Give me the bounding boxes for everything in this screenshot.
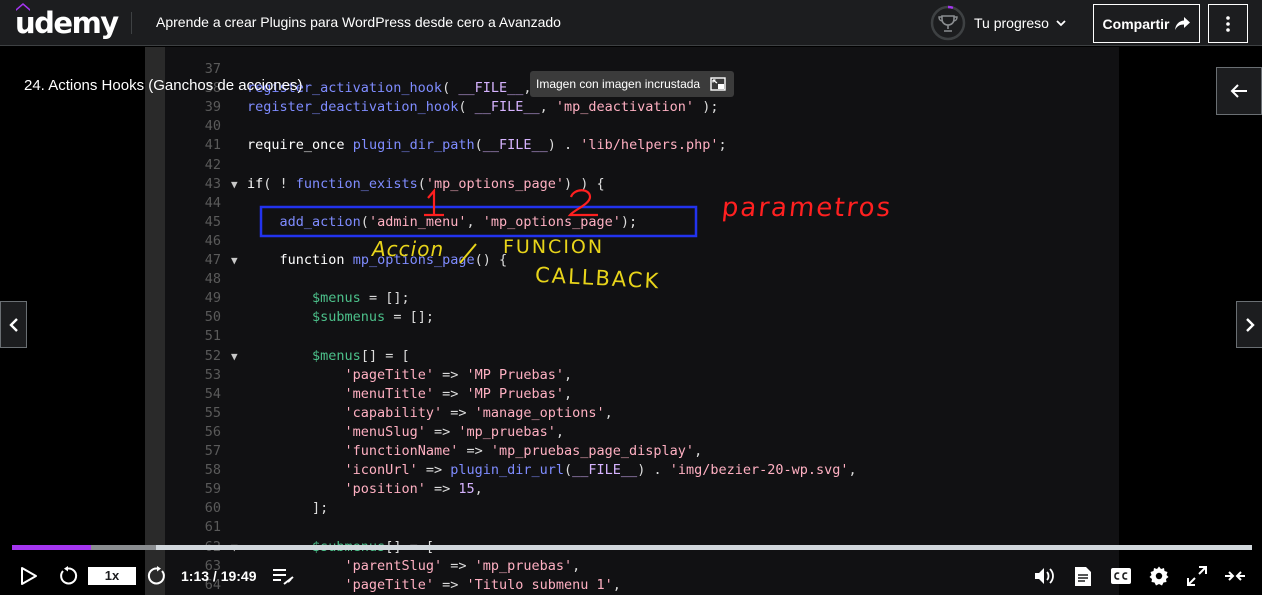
seek-played [12,545,92,550]
captions-button[interactable] [1108,562,1134,590]
code-text: $menus[] = [ [312,347,410,364]
line-number: 42 [204,156,221,173]
line-number: 59 [204,481,221,498]
line-number: 51 [204,328,221,345]
line-number: 44 [204,194,221,211]
transcript-button[interactable] [1070,562,1096,590]
previous-lesson-button[interactable] [0,301,27,348]
next-lesson-button[interactable] [1236,301,1262,348]
trophy-icon [930,5,966,41]
line-number: 54 [204,385,221,402]
time-display: 1:13 / 19:49 [181,568,257,584]
line-number: 50 [204,309,221,326]
code-text: function mp_options_page() { [279,252,508,268]
code-text: 'parentSlug' => 'mp_pruebas', [344,557,581,574]
playlist-icon [273,569,294,585]
header-divider [131,12,132,34]
code-text: 'menuSlug' => 'mp_pruebas', [344,423,565,440]
share-button[interactable]: Compartir [1093,4,1200,43]
line-number: 53 [204,366,221,383]
code-text: add_action('admin_menu', 'mp_options_pag… [279,213,638,230]
line-number: 52 [204,347,221,364]
share-arrow-icon [1175,17,1191,30]
captions-icon [1111,568,1131,584]
udemy-logo[interactable]: udemy [15,3,119,42]
line-number: 57 [204,443,221,459]
vertical-ellipsis-icon [1226,15,1230,32]
pip-tooltip-label: Imagen con imagen incrustada [536,77,701,91]
line-number: 43 [204,175,221,192]
code-text: 'pageTitle' => 'MP Pruebas', [344,366,573,383]
code-text: 'functionName' => 'mp_pruebas_page_displ… [344,443,703,459]
volume-icon [1035,568,1054,584]
logo-text: udemy [15,6,119,40]
volume-button[interactable] [1032,562,1058,590]
code-text: 'iconUrl' => plugin_dir_url(__FILE__) . … [344,462,857,479]
transcript-icon [1075,566,1091,586]
forward-icon [147,566,165,585]
code-text: if( ! function_exists('mp_options_page')… [247,175,605,192]
code-text: require_once plugin_dir_path(__FILE__) .… [247,137,727,154]
line-number: 49 [204,290,221,307]
code-text: $submenus = []; [312,309,434,326]
lesson-title: 24. Actions Hooks (Ganchos de acciones) [24,77,303,94]
rewind-button[interactable] [55,562,81,590]
rewind-icon [60,566,78,585]
line-number: 39 [204,99,221,116]
collapse-view-button[interactable] [1222,562,1248,590]
chevron-left-icon [8,317,18,332]
code-text: register_deactivation_hook( __FILE__, 'm… [247,99,719,116]
forward-button[interactable] [144,562,170,590]
line-number: 46 [204,232,221,249]
progress-label: Tu progreso [974,15,1049,31]
play-icon [21,567,37,585]
video-player[interactable]: 37 38 register_activation_hook( __FILE__, … [0,47,1262,595]
code-text: $menus = []; [312,290,410,307]
gear-icon [1149,566,1169,586]
code-text: 'pageTitle' => 'Titulo submenu 1', [344,576,621,593]
fold-icon: ▼ [231,254,238,267]
line-number: 60 [204,500,221,517]
expand-sidebar-button[interactable] [1216,67,1262,115]
playlist-button[interactable] [270,562,296,590]
play-button[interactable] [16,562,42,590]
pip-tooltip[interactable]: Imagen con imagen incrustada [530,71,735,97]
fold-icon: ▼ [231,177,238,191]
line-number: 55 [204,404,221,421]
picture-in-picture-icon [710,77,726,91]
code-text: 'menuTitle' => 'MP Pruebas', [344,385,573,402]
chevron-right-icon [1245,317,1255,332]
line-number: 41 [204,137,221,154]
arrow-left-icon [1230,84,1247,98]
seek-buffered [156,545,1252,550]
top-header: udemy Aprende a crear Plugins para WordP… [0,0,1262,46]
share-label: Compartir [1102,15,1170,32]
line-number: 58 [204,462,221,479]
fullscreen-button[interactable] [1184,562,1210,590]
playback-rate-button[interactable]: 1x [88,567,136,585]
code-text: 'position' => 15, [344,481,483,498]
course-title[interactable]: Aprende a crear Plugins para WordPress d… [156,14,561,30]
code-text: 'capability' => 'manage_options', [344,404,613,421]
collapse-icon [1225,571,1245,581]
line-number: 56 [204,423,221,440]
line-number: 47 [204,252,221,268]
code-text: ]; [247,500,329,517]
line-number: 40 [204,118,221,135]
fold-icon: ▼ [231,349,238,363]
fullscreen-icon [1187,566,1207,586]
chevron-down-icon [1056,20,1066,27]
line-number: 45 [204,213,221,230]
settings-button[interactable] [1146,562,1172,590]
code-editor-frame: 37 38 register_activation_hook( __FILE__, … [165,47,1119,595]
progress-dropdown[interactable]: Tu progreso [930,5,1067,41]
line-number: 37 [204,61,221,77]
more-options-button[interactable] [1208,4,1248,43]
line-number: 48 [204,271,221,288]
line-number: 61 [204,519,221,536]
